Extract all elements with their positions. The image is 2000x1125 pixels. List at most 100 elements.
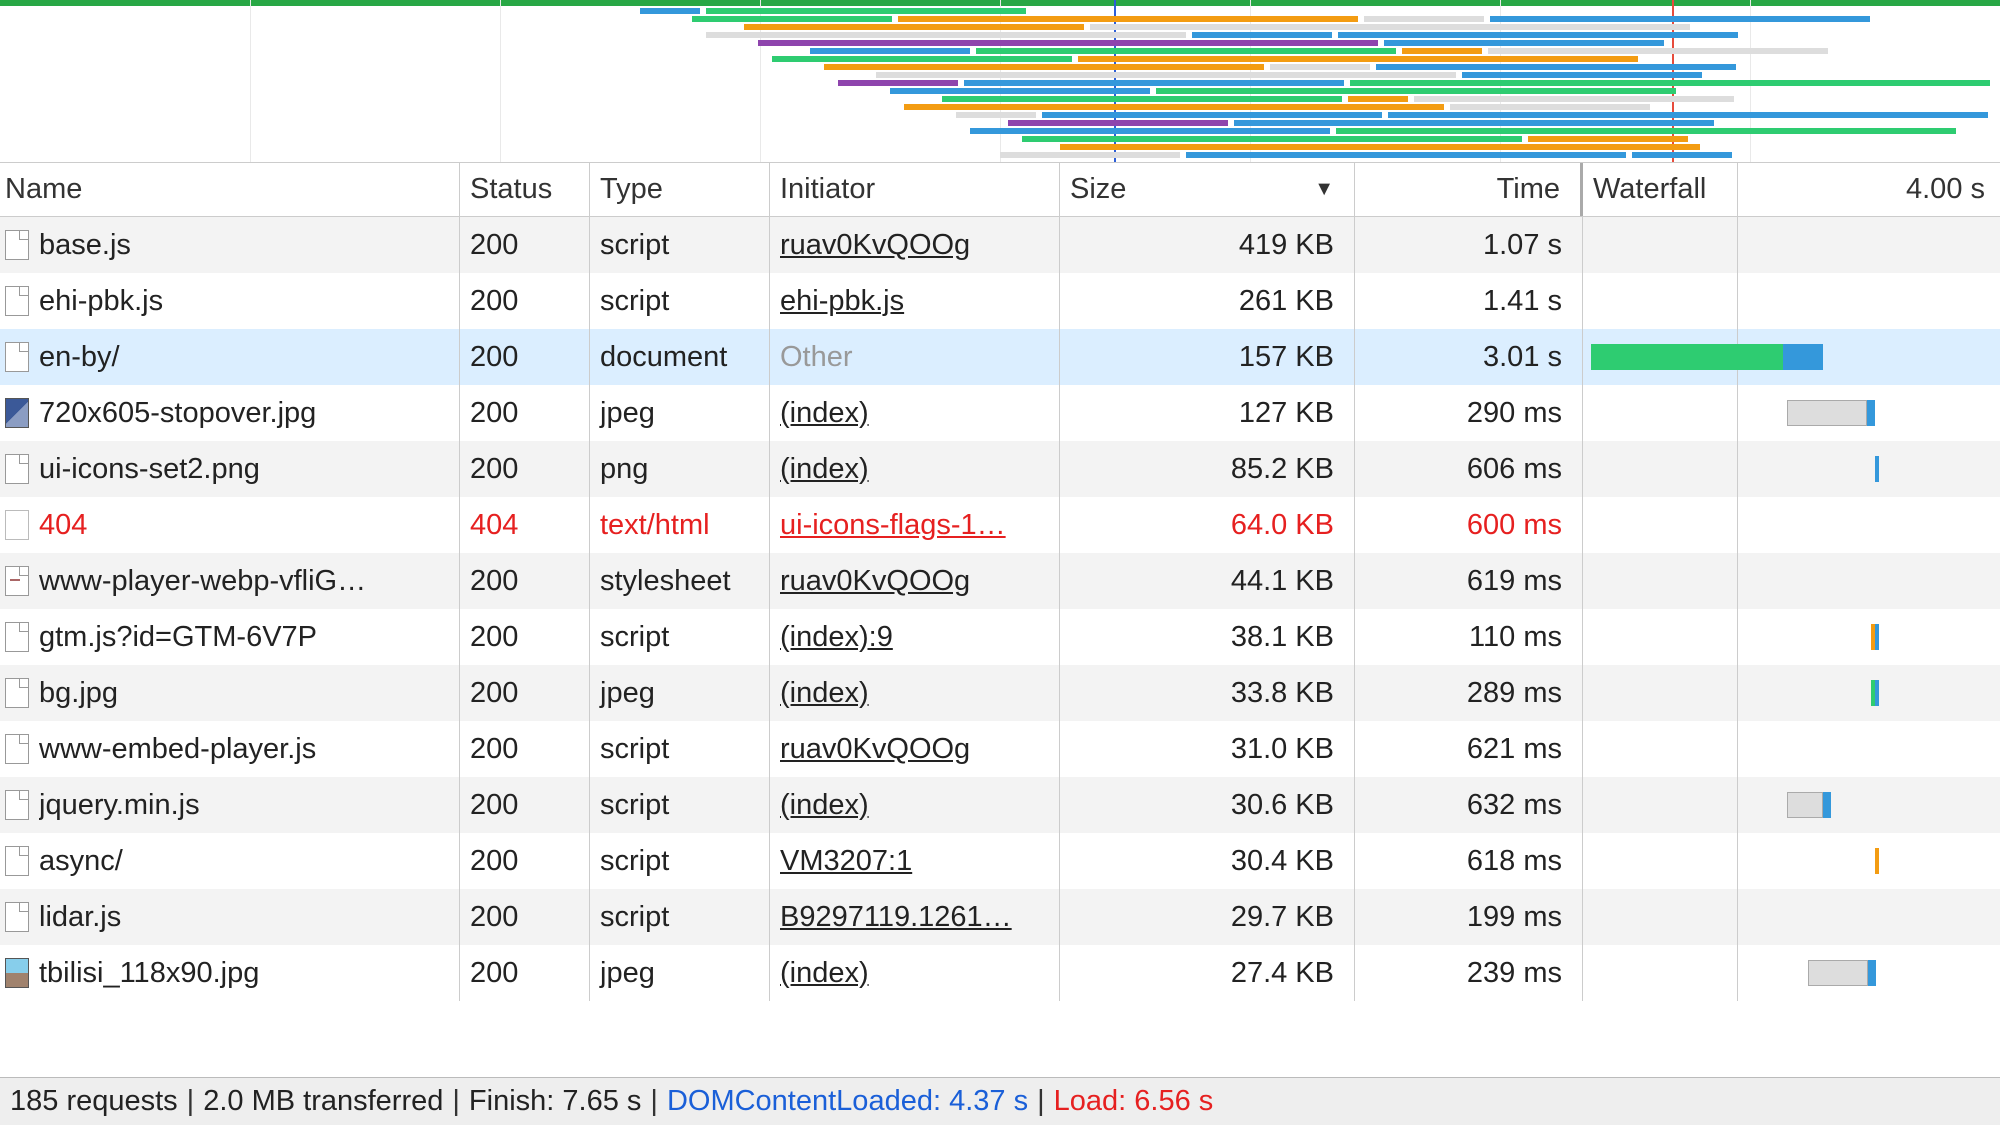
status-load: Load: 6.56 s (1054, 1085, 1214, 1118)
table-row[interactable]: en-by/200documentOther157 KB3.01 s (0, 329, 2000, 385)
table-row[interactable]: lidar.js 200scriptB9297119.1261…29.7 KB19… (0, 889, 2000, 945)
table-row[interactable]: 720x605-stopover.jpg200jpeg(index)127 KB… (0, 385, 2000, 441)
table-row[interactable]: tbilisi_118x90.jpg200jpeg(index)27.4 KB2… (0, 945, 2000, 1001)
table-row[interactable]: 404404text/htmlui-icons-flags-1…64.0 KB6… (0, 497, 2000, 553)
cell-waterfall (1583, 385, 2000, 441)
cell-waterfall (1583, 721, 2000, 777)
network-status-bar: 185 requests | 2.0 MB transferred | Fini… (0, 1077, 2000, 1125)
cell-initiator[interactable]: ruav0KvQOOg (770, 217, 1060, 273)
cell-waterfall (1583, 777, 2000, 833)
cell-name[interactable]: base.js (0, 217, 460, 273)
file-icon (5, 734, 29, 764)
cell-type: script (590, 889, 770, 945)
table-row[interactable]: async/200scriptVM3207:130.4 KB618 ms (0, 833, 2000, 889)
cell-initiator[interactable]: ruav0KvQOOg (770, 721, 1060, 777)
cell-initiator[interactable]: (index) (770, 945, 1060, 1001)
cell-size: 38.1 KB (1060, 609, 1355, 665)
cell-initiator[interactable]: (index) (770, 665, 1060, 721)
cell-name[interactable]: tbilisi_118x90.jpg (0, 945, 460, 1001)
cell-type: png (590, 441, 770, 497)
cell-initiator[interactable]: ui-icons-flags-1… (770, 497, 1060, 553)
cell-name[interactable]: gtm.js?id=GTM-6V7P (0, 609, 460, 665)
cell-initiator[interactable]: ehi-pbk.js (770, 273, 1060, 329)
request-name: lidar.js (39, 901, 121, 934)
cell-initiator[interactable]: B9297119.1261… (770, 889, 1060, 945)
cell-status: 200 (460, 385, 590, 441)
cell-waterfall (1583, 609, 2000, 665)
column-header-initiator[interactable]: Initiator (770, 163, 1060, 216)
column-header-time[interactable]: Time (1355, 163, 1583, 216)
cell-time: 239 ms (1355, 945, 1583, 1001)
cell-size: 30.4 KB (1060, 833, 1355, 889)
network-request-table[interactable]: base.js200scriptruav0KvQOOg419 KB1.07 se… (0, 217, 2000, 1077)
column-header-size[interactable]: Size ▼ (1060, 163, 1355, 216)
cell-type: document (590, 329, 770, 385)
cell-waterfall (1583, 273, 2000, 329)
column-header-status[interactable]: Status (460, 163, 590, 216)
cell-name[interactable]: en-by/ (0, 329, 460, 385)
waterfall-bar (1871, 624, 1879, 650)
column-header-type[interactable]: Type (590, 163, 770, 216)
cell-type: text/html (590, 497, 770, 553)
waterfall-bar (1871, 680, 1879, 706)
cell-type: jpeg (590, 385, 770, 441)
column-header-waterfall[interactable]: Waterfall 4.00 s (1583, 163, 2000, 216)
cell-time: 1.07 s (1355, 217, 1583, 273)
cell-initiator[interactable]: (index):9 (770, 609, 1060, 665)
cell-name[interactable]: ehi-pbk.js (0, 273, 460, 329)
table-row[interactable]: ehi-pbk.js200scriptehi-pbk.js261 KB1.41 … (0, 273, 2000, 329)
cell-initiator[interactable]: VM3207:1 (770, 833, 1060, 889)
cell-waterfall (1583, 945, 2000, 1001)
cell-name[interactable]: 720x605-stopover.jpg (0, 385, 460, 441)
waterfall-bar (1808, 960, 1876, 986)
table-row[interactable]: bg.jpg200jpeg(index)33.8 KB289 ms (0, 665, 2000, 721)
status-dcl: DOMContentLoaded: 4.37 s (667, 1085, 1028, 1118)
cell-name[interactable]: bg.jpg (0, 665, 460, 721)
cell-status: 200 (460, 665, 590, 721)
table-row[interactable]: www-player-webp-vfliG…200stylesheetruav0… (0, 553, 2000, 609)
cell-initiator[interactable]: (index) (770, 777, 1060, 833)
cell-name[interactable]: jquery.min.js (0, 777, 460, 833)
cell-name[interactable]: ui-icons-set2.png (0, 441, 460, 497)
cell-size: 85.2 KB (1060, 441, 1355, 497)
file-icon (5, 398, 29, 428)
cell-initiator: Other (770, 329, 1060, 385)
column-header-name[interactable]: Name (0, 163, 460, 216)
request-name: bg.jpg (39, 677, 118, 710)
cell-initiator[interactable]: (index) (770, 385, 1060, 441)
cell-name[interactable]: lidar.js (0, 889, 460, 945)
cell-time: 1.41 s (1355, 273, 1583, 329)
cell-status: 200 (460, 217, 590, 273)
cell-name[interactable]: www-embed-player.js (0, 721, 460, 777)
cell-size: 419 KB (1060, 217, 1355, 273)
file-icon (5, 510, 29, 540)
cell-waterfall (1583, 329, 2000, 385)
cell-type: stylesheet (590, 553, 770, 609)
cell-size: 44.1 KB (1060, 553, 1355, 609)
cell-name[interactable]: async/ (0, 833, 460, 889)
table-row[interactable]: jquery.min.js200script(index)30.6 KB632 … (0, 777, 2000, 833)
cell-time: 199 ms (1355, 889, 1583, 945)
cell-initiator[interactable]: ruav0KvQOOg (770, 553, 1060, 609)
cell-status: 200 (460, 441, 590, 497)
waterfall-bar (1875, 456, 1879, 482)
table-row[interactable]: gtm.js?id=GTM-6V7P200script(index):938.1… (0, 609, 2000, 665)
request-name: www-embed-player.js (39, 733, 316, 766)
table-row[interactable]: www-embed-player.js200scriptruav0KvQOOg3… (0, 721, 2000, 777)
table-row[interactable]: base.js200scriptruav0KvQOOg419 KB1.07 s (0, 217, 2000, 273)
cell-status: 200 (460, 889, 590, 945)
file-icon (5, 846, 29, 876)
cell-size: 29.7 KB (1060, 889, 1355, 945)
table-row[interactable]: ui-icons-set2.png200png(index)85.2 KB606… (0, 441, 2000, 497)
cell-time: 621 ms (1355, 721, 1583, 777)
network-overview-timeline[interactable] (0, 0, 2000, 163)
cell-initiator[interactable]: (index) (770, 441, 1060, 497)
cell-name[interactable]: www-player-webp-vfliG… (0, 553, 460, 609)
cell-size: 261 KB (1060, 273, 1355, 329)
cell-name[interactable]: 404 (0, 497, 460, 553)
cell-size: 127 KB (1060, 385, 1355, 441)
cell-type: script (590, 721, 770, 777)
cell-time: 606 ms (1355, 441, 1583, 497)
file-icon (5, 790, 29, 820)
cell-type: jpeg (590, 665, 770, 721)
